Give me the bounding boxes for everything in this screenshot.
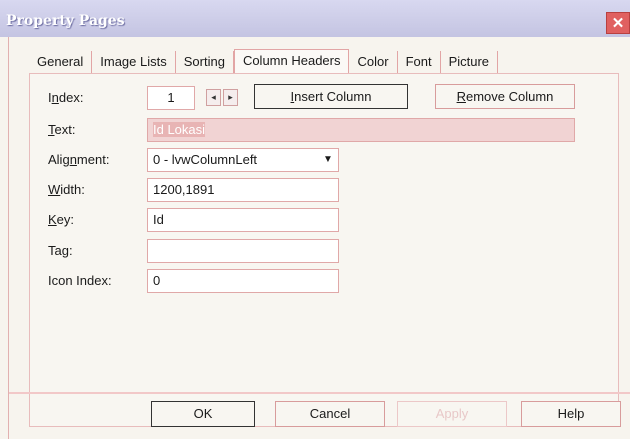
icon-index-label: Icon Index: <box>48 273 112 288</box>
chevron-down-icon[interactable]: ▼ <box>318 149 338 171</box>
tab-sorting[interactable]: Sorting <box>176 51 234 73</box>
index-decrement-button[interactable]: ◂ <box>206 89 221 106</box>
insert-column-button[interactable]: Insert Column <box>254 84 408 109</box>
text-field[interactable]: Id Lokasi <box>147 118 575 142</box>
tab-strip: General Image Lists Sorting Column Heade… <box>29 49 499 75</box>
tag-field[interactable] <box>147 239 339 263</box>
remove-column-button[interactable]: Remove Column <box>435 84 575 109</box>
alignment-label: Alignment: <box>48 152 110 167</box>
width-field[interactable]: 1200,1891 <box>147 178 339 202</box>
index-increment-button[interactable]: ▸ <box>223 89 238 106</box>
tab-general[interactable]: General <box>29 51 93 73</box>
index-field[interactable]: 1 <box>147 86 195 110</box>
ok-button[interactable]: OK <box>151 401 255 427</box>
key-label: Key: <box>48 212 75 227</box>
tab-font[interactable]: Font <box>398 51 441 73</box>
cancel-button[interactable]: Cancel <box>275 401 385 427</box>
tab-picture[interactable]: Picture <box>441 51 499 73</box>
tab-color[interactable]: Color <box>349 51 398 73</box>
alignment-dropdown[interactable]: 0 - lvwColumnLeft ▼ <box>147 148 339 172</box>
footer-divider <box>9 392 630 394</box>
tag-label: Tag: <box>48 243 73 258</box>
help-button[interactable]: Help <box>521 401 621 427</box>
tab-image-lists[interactable]: Image Lists <box>92 51 176 73</box>
dialog-body: General Image Lists Sorting Column Heade… <box>8 37 630 439</box>
width-label: Width: <box>48 182 85 197</box>
tab-column-headers[interactable]: Column Headers <box>233 49 350 75</box>
column-headers-panel: Index: 1 ◂ ▸ Insert Column Remove Column… <box>29 73 619 427</box>
icon-index-field[interactable]: 0 <box>147 269 339 293</box>
key-field[interactable]: Id <box>147 208 339 232</box>
apply-button[interactable]: Apply <box>397 401 507 427</box>
title-bar: Property Pages ✕ <box>0 0 630 37</box>
close-button[interactable]: ✕ <box>606 12 630 34</box>
text-field-value: Id Lokasi <box>153 122 206 137</box>
window-title: Property Pages <box>6 13 125 29</box>
alignment-value: 0 - lvwColumnLeft <box>153 152 258 167</box>
index-label: Index: <box>48 90 84 105</box>
text-label: Text: <box>48 122 76 137</box>
